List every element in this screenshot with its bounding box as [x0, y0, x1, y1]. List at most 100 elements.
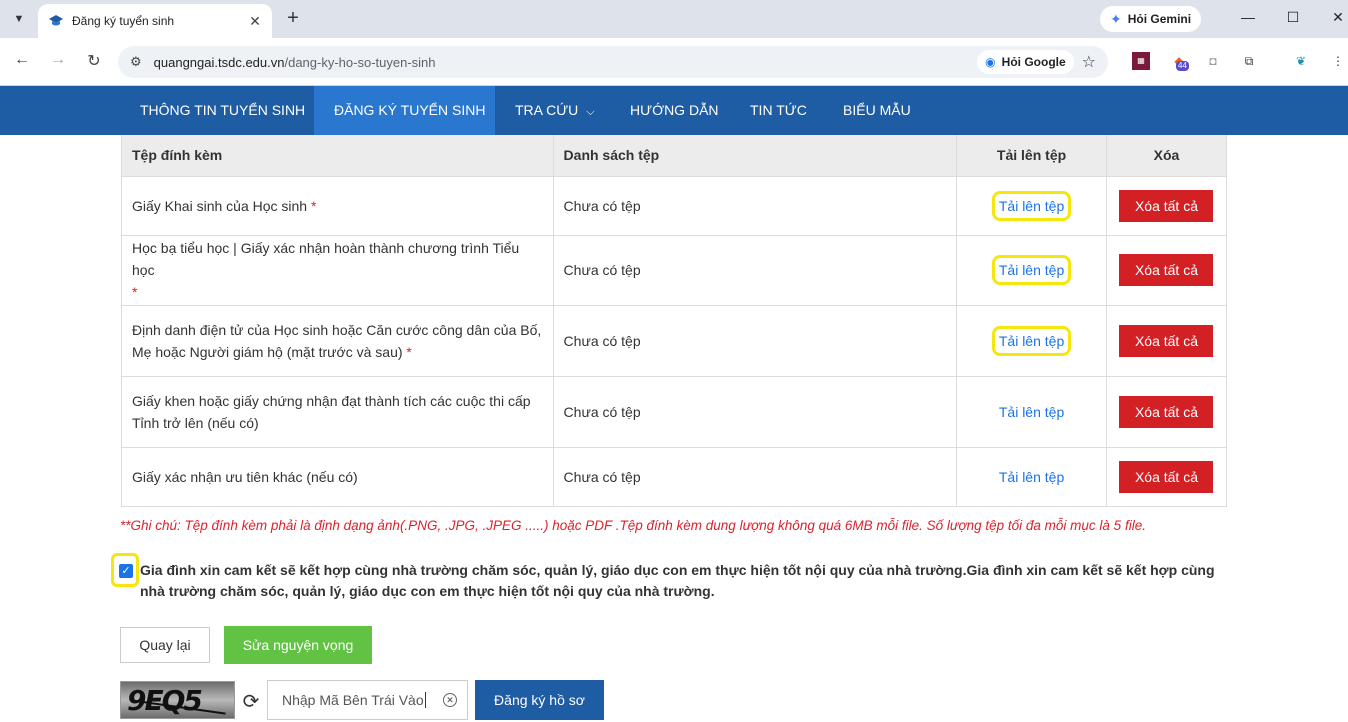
- upload-cell: Tải lên tệp: [956, 447, 1107, 507]
- upload-cell: Tải lên tệp: [956, 235, 1107, 306]
- column-header: Tệp đính kèm: [121, 135, 554, 177]
- nav-huong-dan[interactable]: HƯỚNG DẪN: [610, 86, 739, 135]
- tab-title: Đăng ký tuyển sinh: [72, 14, 175, 28]
- url-domain: quangngai.tsdc.edu.vn: [153, 54, 285, 70]
- file-list-cell: Chưa có tệp: [553, 305, 958, 377]
- nav-bieu-mau[interactable]: BIỂU MẪU: [823, 86, 931, 135]
- nav-thong-tin-tuyen-sinh[interactable]: THÔNG TIN TUYỂN SINH: [120, 86, 325, 135]
- reload-icon[interactable]: ↻: [84, 51, 104, 71]
- attachment-name-cell: Định danh điện tử của Học sinh hoặc Căn …: [121, 305, 554, 377]
- nav-tin-tuc[interactable]: TIN TỨC: [730, 86, 827, 135]
- file-list-cell: Chưa có tệp: [553, 447, 958, 507]
- commitment-checkbox[interactable]: ✓: [119, 564, 133, 578]
- delete-cell: Xóa tất cả: [1106, 235, 1228, 306]
- nav-tra-cuu-label: TRA CỨU: [515, 102, 579, 118]
- required-mark: *: [310, 197, 317, 214]
- file-list-cell: Chưa có tệp: [553, 176, 958, 236]
- extension-off-icon[interactable]: ▦: [1132, 52, 1150, 70]
- url-path: /dang-ky-ho-so-tuyen-sinh: [284, 54, 436, 70]
- attachment-note: **Ghi chú: Tệp đính kèm phải là định dạn…: [120, 518, 1146, 533]
- table-row: Giấy khen hoặc giấy chứng nhận đạt thành…: [121, 376, 1228, 448]
- attachment-name: Giấy khen hoặc giấy chứng nhận đạt thành…: [132, 392, 531, 431]
- register-button[interactable]: Đăng ký hồ sơ: [475, 680, 604, 720]
- minimize-icon[interactable]: —: [1238, 9, 1258, 25]
- camera-icon[interactable]: ◘: [1204, 52, 1222, 70]
- extension-icon[interactable]: ◆44: [1170, 52, 1189, 71]
- delete-cell: Xóa tất cả: [1106, 447, 1228, 507]
- table-row: Giấy Khai sinh của Học sinh * Chưa có tệ…: [121, 176, 1228, 236]
- edit-preferences-button[interactable]: Sửa nguyện vọng: [224, 626, 372, 664]
- column-header: Xóa: [1106, 135, 1228, 177]
- clear-input-icon[interactable]: ✕: [443, 693, 457, 707]
- bookmark-star-icon[interactable]: ☆: [1082, 52, 1096, 72]
- file-list-cell: Chưa có tệp: [553, 235, 958, 306]
- attachment-name: Học bạ tiểu học | Giấy xác nhận hoàn thà…: [132, 240, 520, 278]
- site-navbar: THÔNG TIN TUYỂN SINH ĐĂNG KÝ TUYỂN SINH …: [0, 86, 1348, 135]
- delete-cell: Xóa tất cả: [1106, 176, 1228, 236]
- attachment-name: Giấy xác nhận ưu tiên khác (nếu có): [132, 468, 358, 485]
- upload-cell: Tải lên tệp: [956, 176, 1107, 236]
- puzzle-extensions-icon[interactable]: ⧉: [1240, 52, 1258, 70]
- attachment-name-cell: Học bạ tiểu học | Giấy xác nhận hoàn thà…: [121, 235, 554, 306]
- browser-tab[interactable]: Đăng ký tuyển sinh ✕: [38, 4, 272, 38]
- graduation-cap-icon: [49, 15, 63, 26]
- browser-toolbar: ← → ↻ ⚙ quangngai.tsdc.edu.vn/dang-ky-ho…: [0, 38, 1348, 86]
- upload-file-link[interactable]: Tải lên tệp: [991, 190, 1072, 221]
- file-list-cell: Chưa có tệp: [553, 376, 958, 448]
- column-header: Tải lên tệp: [956, 135, 1107, 177]
- extension-badge: 44: [1176, 61, 1189, 71]
- bird-profile-icon[interactable]: ❦: [1292, 52, 1310, 70]
- more-menu-icon[interactable]: ⋮: [1329, 52, 1347, 70]
- back-arrow-icon[interactable]: ←: [12, 51, 32, 69]
- browser-tab-bar: ▼ Đăng ký tuyển sinh ✕ + ✦ Hỏi Gemini — …: [0, 0, 1348, 38]
- tab-close-icon[interactable]: ✕: [246, 13, 264, 30]
- refresh-captcha-icon[interactable]: ⟳: [240, 689, 262, 714]
- window-close-icon[interactable]: ✕: [1328, 9, 1348, 26]
- column-header: Danh sách tệp: [553, 135, 958, 177]
- site-info-icon[interactable]: ⚙: [130, 54, 142, 70]
- delete-all-button[interactable]: Xóa tất cả: [1119, 254, 1214, 286]
- back-button[interactable]: Quay lại: [120, 627, 210, 663]
- captcha-input-value: Nhập Mã Bên Trái Vào: [282, 692, 424, 708]
- delete-cell: Xóa tất cả: [1106, 376, 1228, 448]
- forward-arrow-icon[interactable]: →: [48, 51, 68, 69]
- attachments-table: Tệp đính kèm Danh sách tệp Tải lên tệp X…: [121, 135, 1228, 507]
- ask-gemini-button[interactable]: ✦ Hỏi Gemini: [1100, 6, 1202, 32]
- gemini-sparkle-icon: ✦: [1110, 10, 1122, 27]
- delete-cell: Xóa tất cả: [1106, 305, 1228, 377]
- table-header-row: Tệp đính kèm Danh sách tệp Tải lên tệp X…: [121, 135, 1228, 177]
- url-text[interactable]: quangngai.tsdc.edu.vn/dang-ky-ho-so-tuye…: [154, 55, 978, 70]
- required-mark: *: [406, 343, 412, 360]
- upload-file-link[interactable]: Tải lên tệp: [991, 255, 1072, 285]
- attachment-name-cell: Giấy Khai sinh của Học sinh *: [121, 176, 554, 236]
- address-bar[interactable]: ⚙ quangngai.tsdc.edu.vn/dang-ky-ho-so-tu…: [118, 46, 1108, 78]
- table-row: Định danh điện tử của Học sinh hoặc Căn …: [121, 305, 1228, 377]
- upload-cell: Tải lên tệp: [956, 376, 1107, 448]
- captcha-image: 9EQ5: [120, 681, 235, 719]
- delete-all-button[interactable]: Xóa tất cả: [1119, 324, 1214, 357]
- upload-file-link[interactable]: Tải lên tệp: [994, 399, 1069, 425]
- upload-file-link[interactable]: Tải lên tệp: [991, 325, 1072, 356]
- attachment-name-cell: Giấy xác nhận ưu tiên khác (nếu có): [121, 447, 554, 507]
- attachment-name: Định danh điện tử của Học sinh hoặc Căn …: [132, 321, 542, 360]
- lens-icon: ◉: [985, 55, 996, 69]
- chevron-down-icon: ⌵: [586, 106, 595, 118]
- nav-tra-cuu[interactable]: TRA CỨU ⌵: [495, 86, 615, 135]
- delete-all-button[interactable]: Xóa tất cả: [1119, 189, 1214, 222]
- required-mark: *: [132, 284, 138, 300]
- attachment-name-cell: Giấy khen hoặc giấy chứng nhận đạt thành…: [121, 376, 554, 448]
- tab-search-chevron-icon[interactable]: ▼: [6, 6, 32, 32]
- delete-all-button[interactable]: Xóa tất cả: [1119, 395, 1214, 428]
- captcha-input[interactable]: Nhập Mã Bên Trái Vào ✕: [267, 680, 468, 720]
- upload-file-link[interactable]: Tải lên tệp: [994, 464, 1069, 490]
- ask-google-label: Hỏi Google: [1001, 55, 1066, 69]
- nav-dang-ky-tuyen-sinh[interactable]: ĐĂNG KÝ TUYỂN SINH: [314, 86, 495, 135]
- text-cursor: [424, 692, 426, 708]
- attachment-name: Giấy Khai sinh của Học sinh: [132, 197, 308, 214]
- maximize-icon[interactable]: ☐: [1283, 9, 1303, 26]
- delete-all-button[interactable]: Xóa tất cả: [1119, 460, 1214, 493]
- commitment-text: Gia đình xin cam kết sẽ kết hợp cùng nhà…: [140, 562, 1215, 599]
- new-tab-button[interactable]: +: [282, 7, 304, 30]
- ask-google-button[interactable]: ◉ Hỏi Google: [977, 50, 1074, 74]
- ask-gemini-label: Hỏi Gemini: [1127, 12, 1192, 26]
